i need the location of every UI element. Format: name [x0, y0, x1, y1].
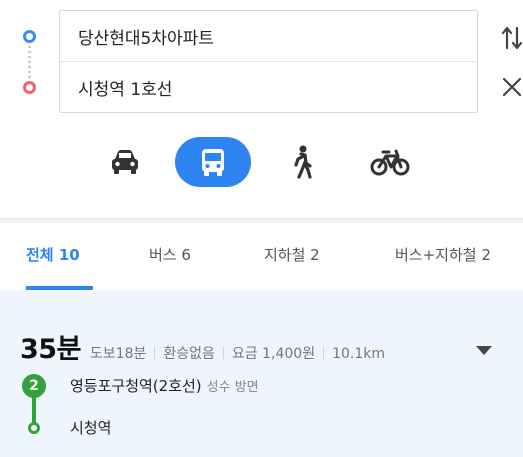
walk-time: 도보18분: [89, 346, 147, 362]
mode-bus-button[interactable]: [175, 137, 251, 187]
route-result-item[interactable]: 35분 도보18분 환승없음 요금 1,400원 10.1km 2 영등포구청역(2호…: [0, 291, 523, 457]
destination-marker-icon: [23, 81, 36, 94]
arrival-station: 시청역: [70, 419, 112, 437]
active-tab-indicator: [26, 286, 93, 290]
origin-marker-icon: [23, 30, 36, 43]
mode-bike-button[interactable]: [366, 137, 414, 187]
route-summary: 35분 도보18분 환승없음 요금 1,400원 10.1km: [20, 327, 385, 366]
walk-icon: [294, 145, 312, 179]
origin-field[interactable]: 당산현대5차아파트: [60, 11, 477, 62]
meta-separator: [154, 346, 156, 359]
swap-arrows-icon: [501, 26, 523, 50]
tab-bus[interactable]: 버스 6: [149, 244, 191, 265]
transfer-info: 환승없음: [163, 346, 215, 362]
caret-down-icon: [476, 346, 492, 355]
route-filter-tabs: 전체 10 버스 6 지하철 2 버스+지하철 2: [0, 223, 523, 291]
fare-info: 요금 1,400원: [231, 346, 316, 362]
route-search-box: 당산현대5차아파트 시청역 1호선: [59, 10, 478, 113]
subway-line-badge: 2: [22, 374, 46, 398]
route-meta: 도보18분 환승없음 요금 1,400원 10.1km: [90, 343, 385, 363]
route-connector: [28, 46, 31, 78]
route-duration: 35분: [20, 334, 81, 365]
destination-field[interactable]: 시청역 1호선: [60, 62, 477, 113]
boarding-station-name: 영등포구청역(2호선): [70, 377, 202, 395]
arrival-stop-icon: [28, 422, 40, 434]
expand-route-button[interactable]: [474, 342, 494, 356]
tab-bus-subway[interactable]: 버스+지하철 2: [395, 244, 491, 265]
tab-subway[interactable]: 지하철 2: [264, 244, 320, 265]
swap-route-button[interactable]: [501, 24, 523, 52]
boarding-station: 영등포구청역(2호선) 성수 방면: [70, 375, 259, 396]
mode-car-button[interactable]: [102, 137, 148, 187]
mode-walk-button[interactable]: [282, 137, 322, 187]
meta-separator: [323, 346, 325, 359]
tab-all[interactable]: 전체 10: [26, 244, 80, 265]
distance-info: 10.1km: [332, 346, 386, 362]
subway-line-track: [32, 397, 36, 425]
bus-icon: [202, 149, 224, 176]
car-icon: [112, 150, 138, 174]
clear-route-button[interactable]: [501, 75, 523, 99]
direction-label: 성수 방면: [206, 380, 259, 395]
close-icon: [502, 77, 522, 97]
bicycle-icon: [370, 149, 410, 176]
meta-separator: [222, 346, 224, 359]
